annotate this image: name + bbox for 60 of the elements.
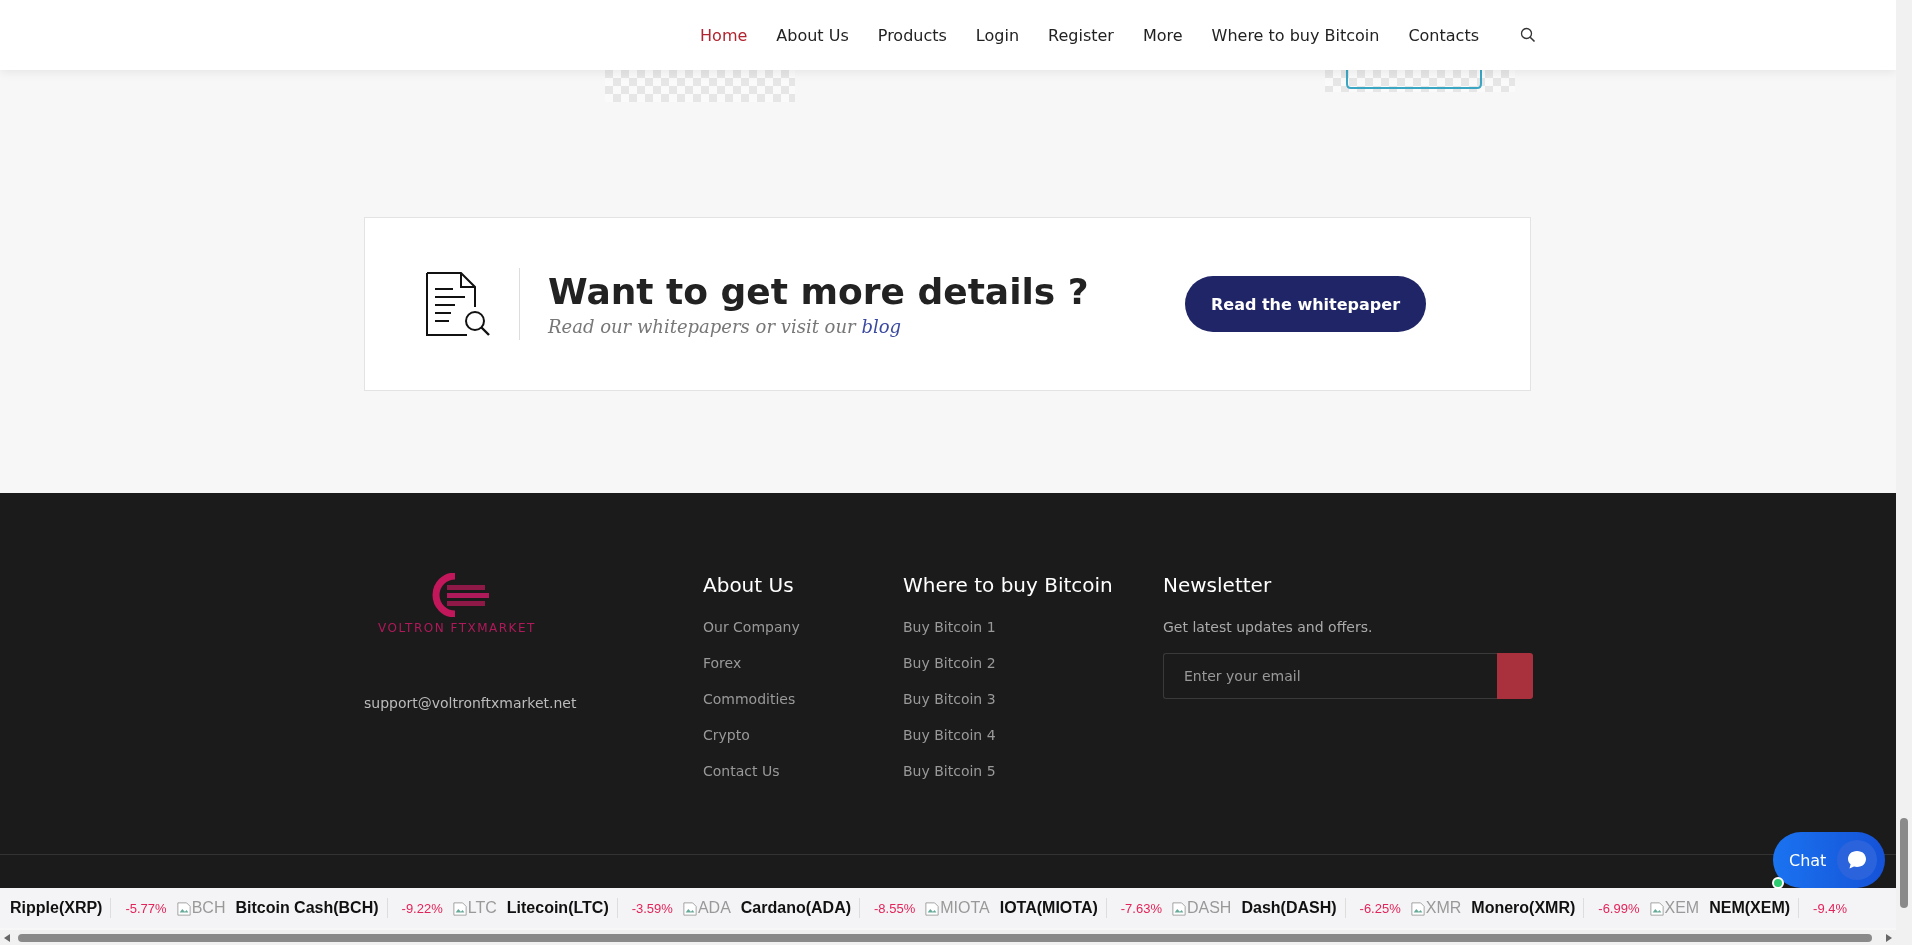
price-change: -6.99%: [1598, 900, 1640, 916]
price-change: -7.63%: [1120, 900, 1162, 916]
footer-link[interactable]: Buy Bitcoin 1: [903, 619, 1163, 655]
nav-link[interactable]: Login: [975, 25, 1020, 45]
coin-name: IOTA(MIOTA): [999, 899, 1098, 917]
footer-link[interactable]: Buy Bitcoin 2: [903, 655, 1163, 691]
coin-name: Litecoin(LTC): [506, 899, 609, 917]
broken-image: XMR: [1410, 899, 1462, 917]
price-change: -3.59%: [631, 900, 673, 916]
footer-link[interactable]: Forex: [703, 655, 903, 691]
nav-link[interactable]: More: [1142, 25, 1183, 45]
column-heading: Newsletter: [1163, 573, 1273, 597]
price-change: -9.4%: [1813, 900, 1848, 916]
broken-image: ADA: [682, 899, 731, 917]
newsletter-text: Get latest updates and offers.: [1163, 619, 1374, 635]
chat-bubble-icon: [1837, 840, 1877, 880]
coin-name: Ripple(XRP): [10, 899, 103, 917]
coin-name: Dash(DASH): [1241, 899, 1337, 917]
price-change: -6.25%: [1359, 900, 1401, 916]
document-search-icon: [425, 271, 491, 337]
search-icon[interactable]: [1520, 27, 1536, 43]
footer-link[interactable]: Our Company: [703, 619, 903, 655]
scroll-left-icon[interactable]: [4, 933, 10, 942]
whitepaper-button[interactable]: Read the whitepaper: [1185, 276, 1426, 332]
broken-image: LTC: [452, 899, 497, 917]
nav-link[interactable]: About Us: [776, 25, 849, 45]
nav-link[interactable]: Contacts: [1408, 25, 1479, 45]
scrollbar-thumb[interactable]: [1900, 818, 1908, 908]
nav-link[interactable]: Where to buy Bitcoin: [1211, 25, 1380, 45]
price-change: -5.77%: [125, 900, 167, 916]
chat-button[interactable]: Chat: [1773, 832, 1885, 888]
coin-name: Bitcoin Cash(BCH): [235, 899, 379, 917]
blog-link[interactable]: blog: [861, 316, 902, 337]
footer-link[interactable]: Crypto: [703, 727, 903, 763]
broken-image: DASH: [1171, 899, 1232, 917]
broken-image: XEM: [1649, 899, 1700, 917]
price-change: -8.55%: [874, 900, 916, 916]
footer-link[interactable]: Buy Bitcoin 5: [903, 763, 1163, 799]
footer-link[interactable]: Buy Bitcoin 4: [903, 727, 1163, 763]
coin-name: NEM(XEM): [1709, 899, 1791, 917]
email-text: support@voltronftxmarket.net: [364, 695, 578, 711]
email-field[interactable]: Enter your email: [1163, 653, 1497, 699]
footer-link[interactable]: Buy Bitcoin 3: [903, 691, 1163, 727]
nav-link[interactable]: Home: [700, 25, 748, 45]
scrollbar-thumb[interactable]: [18, 933, 1872, 942]
nav-link[interactable]: Register: [1048, 25, 1114, 45]
logo-text: VOLTRON FTXMARKET: [378, 621, 536, 635]
card-subtitle: Read our whitepapers or visit our: [548, 316, 856, 337]
footer-link[interactable]: Contact Us: [703, 763, 903, 799]
price-change: -9.22%: [401, 900, 443, 916]
column-heading: Where to buy Bitcoin: [903, 573, 1114, 597]
footer-link[interactable]: Commodities: [703, 691, 903, 727]
column-heading: About Us: [703, 573, 795, 597]
broken-image: BCH: [176, 899, 226, 917]
coin-name: Monero(XMR): [1471, 899, 1576, 917]
card-title: Want to get more details ?: [548, 271, 1089, 312]
nav-link[interactable]: Products: [877, 25, 947, 45]
scroll-right-icon[interactable]: [1886, 933, 1892, 942]
broken-image: MIOTA: [925, 899, 990, 917]
coin-name: Cardano(ADA): [740, 899, 852, 917]
